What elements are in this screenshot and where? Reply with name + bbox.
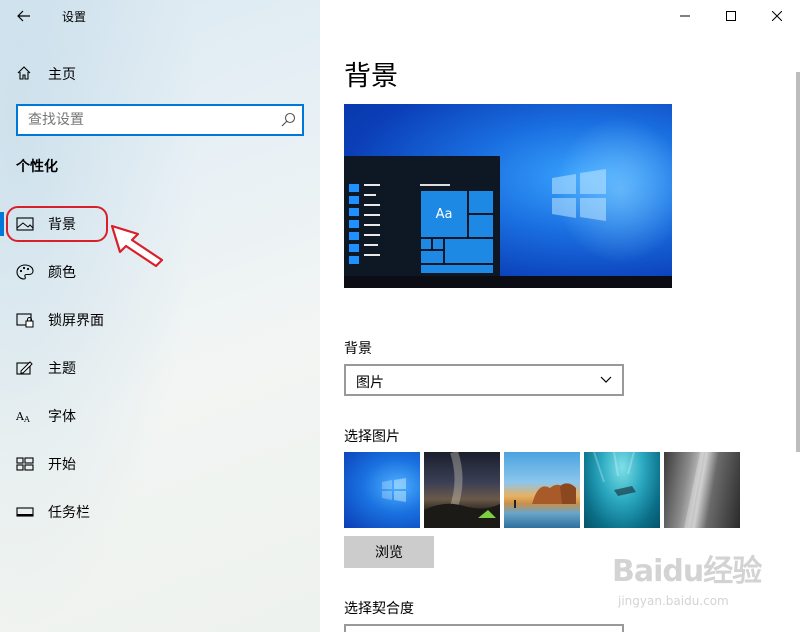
theme-brush-icon <box>16 361 33 375</box>
search-icon[interactable] <box>280 112 296 128</box>
tiles-header <box>420 184 450 186</box>
home-nav-item[interactable]: 主页 <box>0 58 320 88</box>
preview-tile <box>432 238 444 250</box>
preview-tile <box>444 238 494 264</box>
thumbnail-beach-rocks[interactable] <box>504 452 580 528</box>
search-input[interactable] <box>18 106 268 134</box>
background-label: 背景 <box>344 341 372 357</box>
sidebar-item-label: 颜色 <box>48 265 76 281</box>
beach-scene <box>514 483 576 508</box>
start-list-lines <box>364 184 384 264</box>
sidebar-item-themes[interactable]: 主题 <box>0 348 320 388</box>
sidebar-item-fonts[interactable]: A A 字体 <box>0 396 320 436</box>
preview-tile <box>468 214 494 238</box>
start-menu-preview: Aa <box>344 156 500 276</box>
windows-logo-icon <box>552 169 606 221</box>
sidebar-item-taskbar[interactable]: 任务栏 <box>0 492 320 532</box>
minimize-icon <box>680 15 690 17</box>
font-icon: A A <box>16 410 30 424</box>
background-preview: Aa <box>344 104 672 288</box>
page-title: 背景 <box>344 61 398 92</box>
preview-tile <box>420 238 432 250</box>
home-icon <box>17 66 31 80</box>
browse-button[interactable]: 浏览 <box>344 536 434 568</box>
thumbnail-night-sky[interactable] <box>424 452 500 528</box>
start-grid-icon <box>16 457 34 471</box>
annotation-arrow-icon <box>110 224 164 268</box>
svg-text:A: A <box>23 415 30 424</box>
fit-dropdown[interactable] <box>344 624 624 632</box>
watermark-url: jingyan.baidu.com <box>618 594 729 608</box>
rock-cliff-scene <box>684 452 704 528</box>
windows-logo-icon <box>382 478 406 502</box>
picture-thumbnails <box>344 452 744 528</box>
background-type-dropdown[interactable]: 图片 <box>344 364 624 396</box>
back-button[interactable] <box>10 4 38 28</box>
preview-tile <box>468 190 494 214</box>
sidebar-item-lock-screen[interactable]: 锁屏界面 <box>0 300 320 340</box>
thumbnail-underwater[interactable] <box>584 452 660 528</box>
annotation-highlight-ring <box>6 206 108 242</box>
chevron-down-icon <box>600 376 612 383</box>
sidebar-item-label: 锁屏界面 <box>48 313 104 329</box>
underwater-scene <box>593 452 636 496</box>
back-arrow-icon <box>17 10 30 22</box>
settings-sidebar: 设置 主页 个性化 背景 颜色 锁屏界面 <box>0 0 320 632</box>
choose-picture-label: 选择图片 <box>344 429 400 445</box>
maximize-button[interactable] <box>716 6 746 26</box>
preview-tile <box>420 250 444 264</box>
night-sky-scene <box>424 452 500 528</box>
close-button[interactable] <box>762 6 792 26</box>
thumbnail-windows-blue[interactable] <box>344 452 420 528</box>
background-type-value: 图片 <box>356 375 384 391</box>
vertical-scrollbar[interactable] <box>796 72 800 452</box>
app-title: 设置 <box>62 10 87 24</box>
baidu-jingyan-watermark: Baidu经验 jingyan.baidu.com <box>612 546 762 616</box>
sidebar-item-label: 主题 <box>48 361 76 377</box>
minimize-button[interactable] <box>670 6 700 26</box>
preview-tile-aa: Aa <box>420 190 468 238</box>
start-rail <box>349 184 359 274</box>
settings-content: 背景 Aa 背景 图片 选择图片 浏览 选择契合度 <box>320 0 800 632</box>
sidebar-item-label: 开始 <box>48 457 76 473</box>
preview-tile <box>420 264 494 274</box>
lock-screen-icon <box>16 313 34 328</box>
section-title: 个性化 <box>16 159 58 175</box>
watermark-brand: Baidu经验 <box>612 554 762 589</box>
sidebar-item-label: 任务栏 <box>48 505 90 521</box>
maximize-icon <box>726 11 736 21</box>
fit-label: 选择契合度 <box>344 601 414 617</box>
titlebar-left: 设置 <box>0 0 320 32</box>
home-label: 主页 <box>48 67 76 83</box>
search-box[interactable] <box>16 104 304 136</box>
close-icon <box>772 11 782 21</box>
preview-taskbar <box>344 276 672 288</box>
sidebar-item-start[interactable]: 开始 <box>0 444 320 484</box>
thumbnail-rock-cliff[interactable] <box>664 452 740 528</box>
taskbar-icon <box>16 507 34 517</box>
palette-icon <box>16 264 34 280</box>
sidebar-item-label: 字体 <box>48 409 76 425</box>
